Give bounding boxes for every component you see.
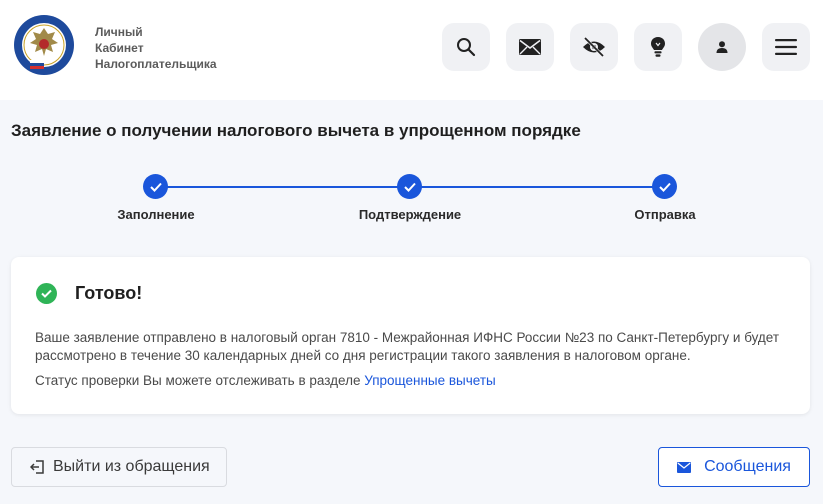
- check-icon: [403, 182, 416, 192]
- exit-icon: [30, 460, 44, 474]
- simplified-deductions-link[interactable]: Упрощенные вычеты: [364, 373, 496, 388]
- profile-button[interactable]: [698, 23, 746, 71]
- messages-button[interactable]: Сообщения: [658, 447, 810, 487]
- eye-off-icon: [583, 36, 605, 58]
- step-2-indicator: [397, 174, 422, 199]
- search-button[interactable]: [442, 23, 490, 71]
- result-title: Готово!: [75, 283, 143, 303]
- lightbulb-icon: [651, 37, 665, 57]
- check-icon: [658, 182, 671, 192]
- success-check-icon: [36, 283, 57, 304]
- step-1-label: Заполнение: [117, 207, 195, 222]
- menu-button[interactable]: [762, 23, 810, 71]
- menu-icon: [775, 39, 797, 55]
- visually-impaired-button[interactable]: [570, 23, 618, 71]
- status-prefix: Статус проверки Вы можете отслеживать в …: [35, 373, 361, 388]
- step-1-indicator: [143, 174, 168, 199]
- messages-button-label: Сообщения: [704, 458, 791, 475]
- result-card: Готово! Ваше заявление отправлено в нало…: [11, 257, 810, 414]
- user-icon: [716, 41, 728, 53]
- exit-button[interactable]: Выйти из обращения: [11, 447, 227, 487]
- logo-line-3: Налогоплательщика: [95, 57, 217, 71]
- status-line: Статус проверки Вы можете отслеживать в …: [35, 373, 496, 388]
- step-3-indicator: [652, 174, 677, 199]
- mail-icon: [677, 461, 692, 473]
- logo-text: Личный Кабинет Налогоплательщика: [95, 24, 217, 72]
- mail-button[interactable]: [506, 23, 554, 71]
- exit-button-label: Выйти из обращения: [53, 458, 210, 475]
- logo-line-2: Кабинет: [95, 41, 144, 55]
- header: Личный Кабинет Налогоплательщика: [0, 0, 823, 100]
- search-icon: [457, 38, 476, 57]
- logo-line-1: Личный: [95, 25, 143, 39]
- step-3-label: Отправка: [634, 207, 696, 222]
- mail-icon: [519, 39, 541, 55]
- check-icon: [149, 182, 162, 192]
- page-title: Заявление о получении налогового вычета …: [11, 121, 581, 140]
- result-message: Ваше заявление отправлено в налоговый ор…: [35, 330, 780, 363]
- step-2-label: Подтверждение: [358, 207, 462, 222]
- tips-button[interactable]: [634, 23, 682, 71]
- fns-logo[interactable]: [13, 14, 75, 76]
